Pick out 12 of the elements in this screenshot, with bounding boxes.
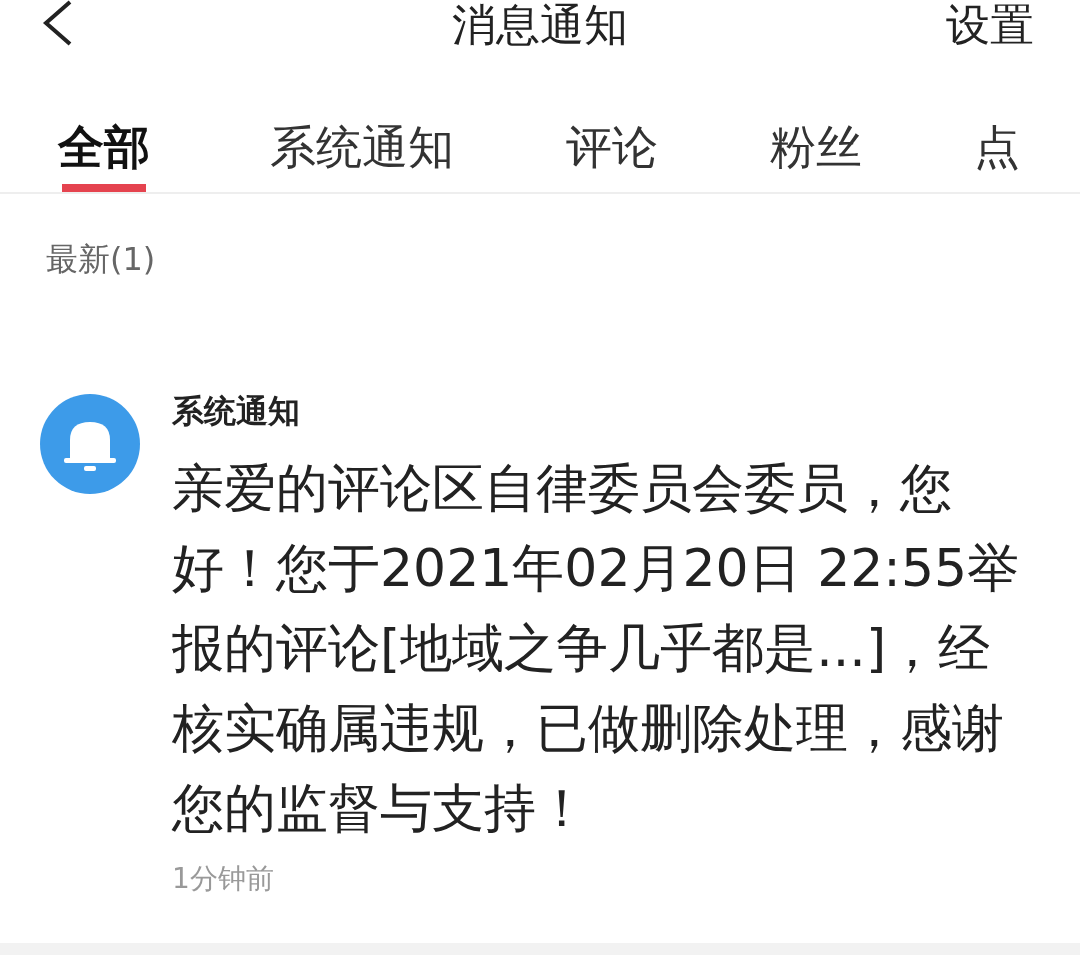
section-title: 最新(1) xyxy=(46,239,157,280)
tab[interactable]: 系统通知 xyxy=(270,108,454,192)
tab[interactable]: 全部 xyxy=(58,108,150,192)
bell-icon xyxy=(40,394,140,494)
sender-name: 系统通知 xyxy=(172,391,301,432)
tab[interactable]: 粉丝 xyxy=(770,108,862,192)
notification-message: 亲爱的评论区自律委员会委员，您好！您于2021年02月20日 22:55举报的评论[地域之争几乎都是...]，经核实确属违规，已做删除处理，感谢您的监督与支持！ xyxy=(172,457,1020,840)
page-title: 消息通知 xyxy=(452,0,628,52)
tab[interactable]: 点 xyxy=(974,108,1020,192)
settings-button[interactable]: 设置 xyxy=(946,0,1034,52)
tab[interactable]: 评论 xyxy=(566,108,658,192)
timestamp: 1分钟前 xyxy=(172,861,275,897)
